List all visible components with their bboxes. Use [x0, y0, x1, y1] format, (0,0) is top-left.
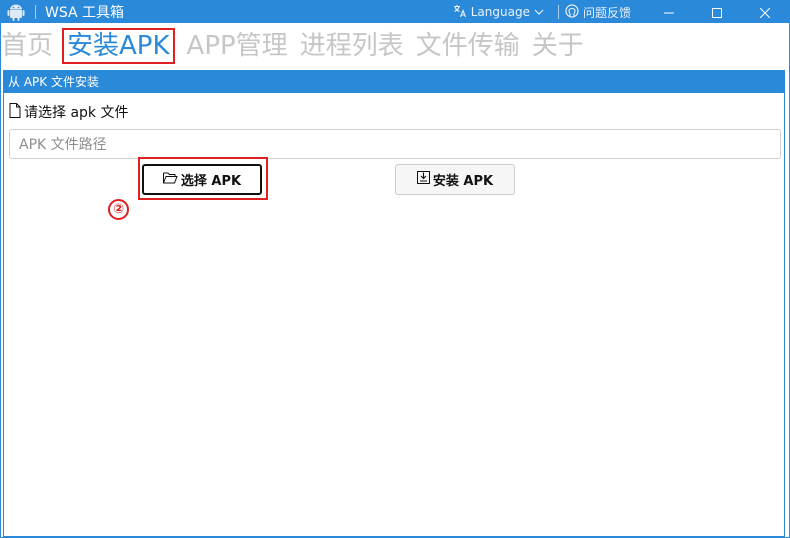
close-icon	[759, 3, 771, 22]
select-apk-label: 选择 APK	[180, 174, 242, 189]
feedback-label: 问题反馈	[582, 5, 631, 20]
main-nav: 首页 安装APK APP管理 进程列表 文件传输 关于	[1, 27, 596, 65]
titlebar-divider	[557, 5, 559, 19]
tab-process-list[interactable]: 进程列表	[300, 28, 404, 64]
apk-path-input[interactable]: APK 文件路径	[9, 129, 781, 159]
select-hint: 请选择 apk 文件	[9, 102, 128, 122]
tab-install-apk[interactable]: 安装APK	[62, 28, 175, 64]
github-icon	[565, 3, 579, 21]
close-button[interactable]	[741, 1, 789, 23]
folder-open-icon	[162, 171, 178, 188]
install-apk-button[interactable]: 安装 APK	[395, 164, 515, 195]
window-title: WSA 工具箱	[45, 5, 125, 21]
tab-file-transfer[interactable]: 文件传输	[416, 28, 520, 64]
annotation-step-2: ②	[108, 199, 129, 220]
maximize-button[interactable]	[693, 1, 741, 23]
language-label: Language	[470, 5, 530, 19]
android-icon	[5, 1, 27, 23]
title-bar: WSA 工具箱 Language 问题反馈	[1, 1, 789, 23]
tab-home[interactable]: 首页	[1, 28, 53, 64]
install-icon	[416, 171, 430, 188]
feedback-link[interactable]: 问题反馈	[565, 3, 631, 21]
install-section-body	[3, 93, 785, 537]
tab-about[interactable]: 关于	[532, 28, 584, 64]
install-section-header: 从 APK 文件安装	[3, 70, 785, 93]
minimize-icon	[664, 3, 674, 22]
app-window: WSA 工具箱 Language 问题反馈 首页 安装APK APP管理 进程列…	[0, 0, 790, 538]
apk-path-placeholder: APK 文件路径	[19, 137, 107, 153]
title-separator	[35, 5, 36, 19]
maximize-icon	[712, 3, 722, 22]
select-apk-button[interactable]: 选择 APK	[142, 164, 262, 195]
minimize-button[interactable]	[645, 1, 693, 23]
section-title: 从 APK 文件安装	[8, 75, 99, 89]
chevron-down-icon	[534, 5, 544, 19]
language-selector[interactable]: Language	[453, 4, 544, 21]
select-hint-label: 请选择 apk 文件	[24, 105, 129, 121]
file-icon	[9, 102, 21, 122]
install-apk-label: 安装 APK	[432, 174, 494, 189]
titlebar-controls: Language 问题反馈	[453, 1, 789, 23]
translate-icon	[453, 4, 467, 21]
tab-app-management[interactable]: APP管理	[187, 28, 288, 64]
